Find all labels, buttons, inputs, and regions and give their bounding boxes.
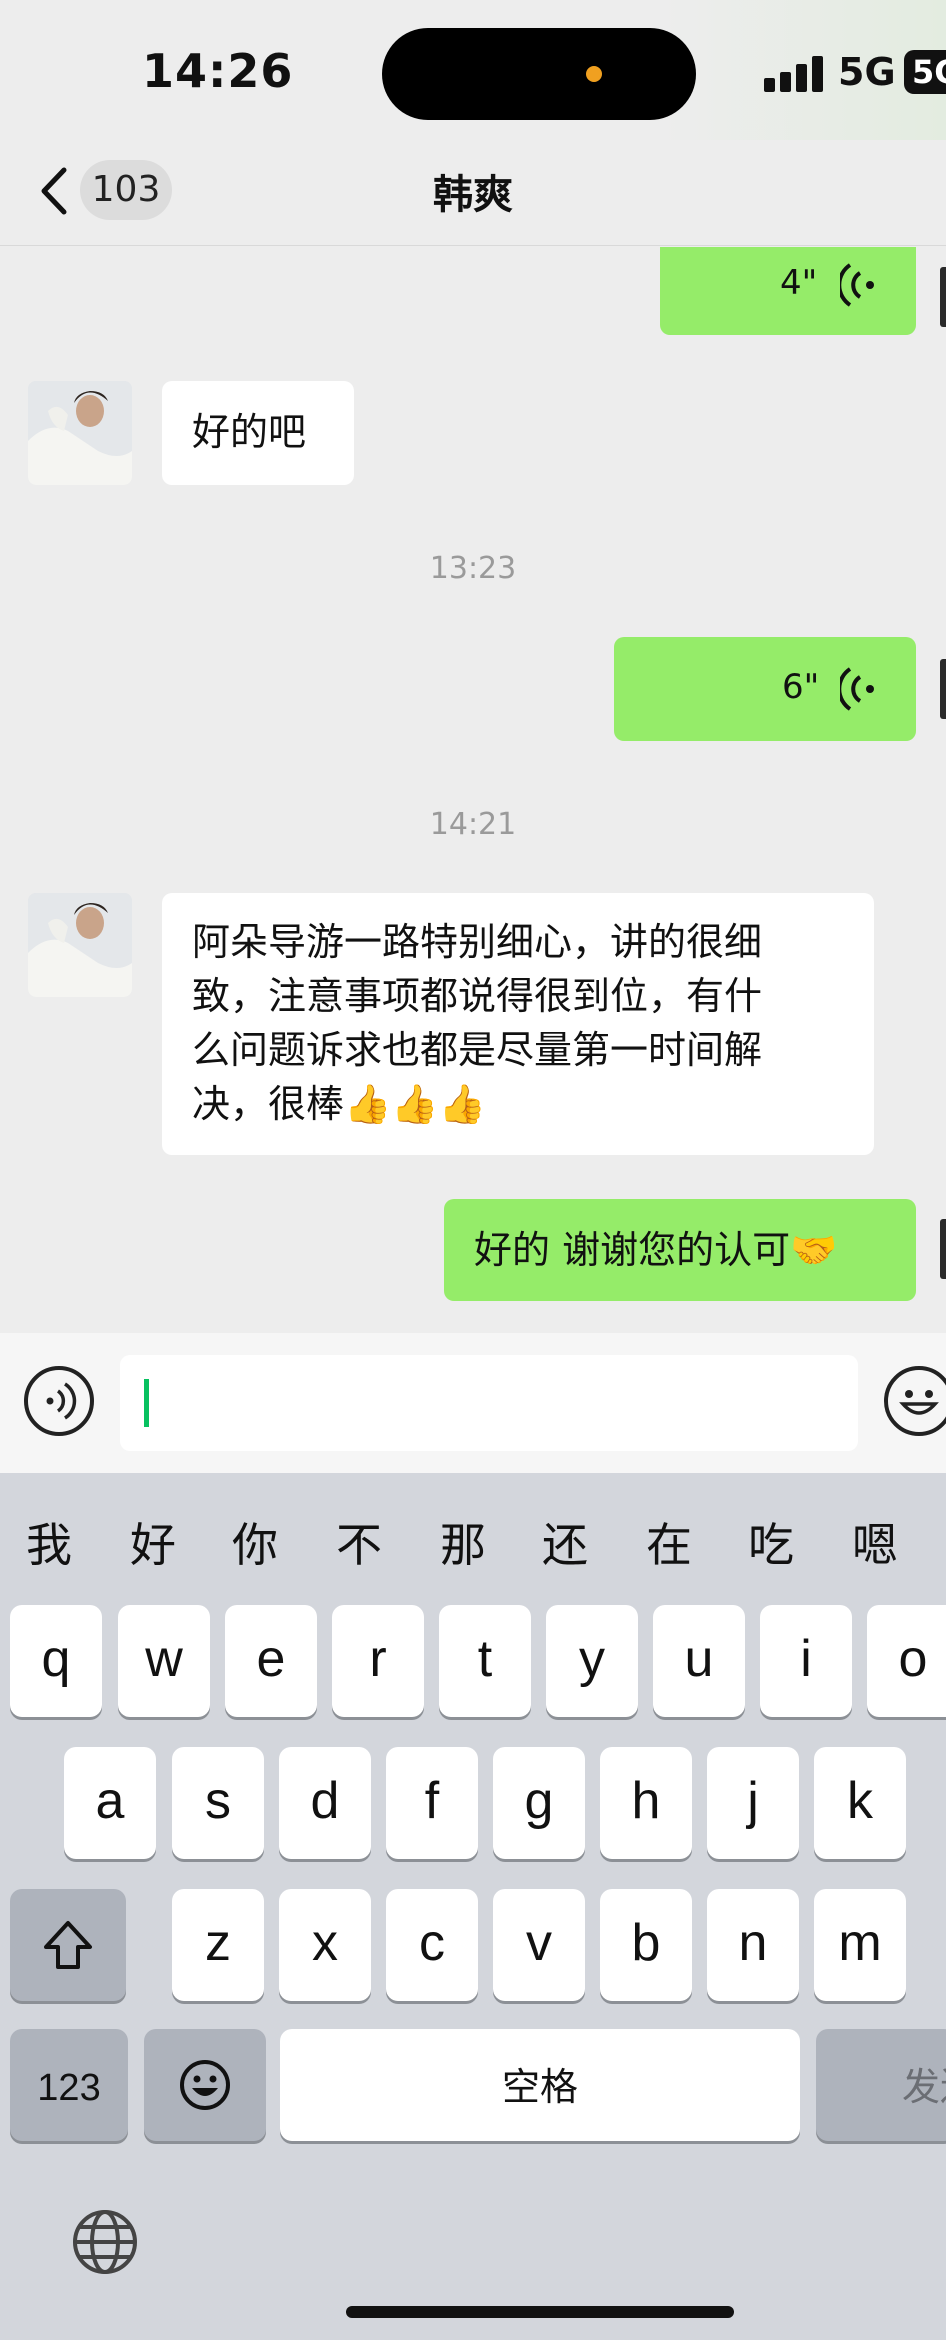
battery-icon: 5G	[904, 50, 946, 94]
contact-avatar[interactable]	[28, 381, 132, 485]
key-h[interactable]: h	[600, 1747, 692, 1859]
send-key-label: 发送	[902, 2067, 946, 2109]
key-o[interactable]: o	[867, 1605, 946, 1717]
key-z[interactable]: z	[172, 1889, 264, 2001]
key-d[interactable]: d	[279, 1747, 371, 1859]
candidate-word[interactable]: 吃	[748, 1509, 794, 1575]
key-i[interactable]: i	[760, 1605, 852, 1717]
my-avatar[interactable]	[940, 267, 946, 327]
candidate-word[interactable]: 还	[542, 1509, 588, 1575]
key-w[interactable]: w	[118, 1605, 210, 1717]
dynamic-island	[382, 28, 696, 120]
key-n[interactable]: n	[707, 1889, 799, 2001]
cellular-signal-icon	[764, 54, 824, 92]
candidate-word[interactable]: 好	[130, 1509, 176, 1575]
numbers-key[interactable]: 123	[10, 2029, 128, 2141]
candidate-word[interactable]: 在	[646, 1509, 692, 1575]
voice-wave-icon	[840, 263, 874, 307]
candidate-word[interactable]: 不	[336, 1509, 382, 1575]
key-g[interactable]: g	[493, 1747, 585, 1859]
sent-message[interactable]: 好的 谢谢您的认可🤝	[444, 1199, 916, 1301]
candidate-word[interactable]: 我	[26, 1509, 72, 1575]
key-e[interactable]: e	[225, 1605, 317, 1717]
shift-key[interactable]	[10, 1889, 126, 2001]
status-bar: 14:26 5G 5G	[0, 0, 946, 140]
my-avatar[interactable]	[940, 659, 946, 719]
ime-keyboard: 我 好 你 不 那 还 在 吃 嗯 q w e r t y u i o a s …	[0, 1473, 946, 2340]
voice-wave-icon	[840, 667, 874, 711]
voice-duration: 6"	[782, 667, 820, 707]
sent-voice-message[interactable]: 4"	[660, 247, 916, 335]
key-j[interactable]: j	[707, 1747, 799, 1859]
text-caret	[144, 1379, 149, 1427]
key-b[interactable]: b	[600, 1889, 692, 2001]
message-timestamp: 13:23	[429, 551, 517, 586]
key-a[interactable]: a	[64, 1747, 156, 1859]
status-time: 14:26	[142, 44, 294, 98]
candidate-bar: 我 好 你 不 那 还 在 吃 嗯	[0, 1473, 946, 1603]
key-x[interactable]: x	[279, 1889, 371, 2001]
my-avatar[interactable]	[940, 1219, 946, 1279]
contact-avatar[interactable]	[28, 893, 132, 997]
smiley-icon	[899, 1390, 939, 1415]
key-q[interactable]: q	[10, 1605, 102, 1717]
candidate-word[interactable]: 你	[232, 1509, 278, 1575]
voice-wave-icon	[46, 1382, 77, 1420]
message-timestamp: 14:21	[429, 807, 517, 842]
globe-icon[interactable]	[70, 2207, 140, 2277]
avatar-photo	[28, 893, 132, 997]
key-y[interactable]: y	[546, 1605, 638, 1717]
message-text: 好的 谢谢您的认可🤝	[474, 1228, 838, 1272]
space-key[interactable]: 空格	[280, 2029, 800, 2141]
received-message[interactable]: 好的吧	[162, 381, 354, 485]
emoji-key[interactable]	[144, 2029, 266, 2141]
numbers-key-label: 123	[37, 2067, 101, 2109]
voice-input-toggle[interactable]	[24, 1366, 94, 1436]
sent-voice-message[interactable]: 6"	[614, 637, 916, 741]
key-u[interactable]: u	[653, 1605, 745, 1717]
network-type: 5G	[838, 50, 896, 94]
key-v[interactable]: v	[493, 1889, 585, 2001]
key-c[interactable]: c	[386, 1889, 478, 2001]
candidate-word[interactable]: 那	[440, 1509, 486, 1575]
voice-duration: 4"	[780, 263, 818, 303]
space-key-label: 空格	[501, 2067, 578, 2109]
message-list[interactable]: 4" 好的吧 13:23 6" 14:21 阿朵导游一路特别细心，讲的很细 致，…	[0, 247, 946, 1333]
shift-arrow-icon	[44, 1921, 92, 1969]
key-m[interactable]: m	[814, 1889, 906, 2001]
smiley-icon	[180, 2060, 230, 2110]
emoji-button[interactable]	[884, 1366, 946, 1436]
message-text-line: 决，很棒👍👍👍	[192, 1082, 486, 1126]
privacy-indicator-dot	[586, 66, 602, 82]
home-indicator[interactable]	[346, 2306, 734, 2318]
key-k[interactable]: k	[814, 1747, 906, 1859]
message-text-line: 致，注意事项都说得很到位，有什	[192, 974, 763, 1018]
message-input[interactable]	[120, 1355, 858, 1451]
message-text-line: 阿朵导游一路特别细心，讲的很细	[192, 920, 763, 964]
chat-header: 103 韩爽	[0, 140, 946, 246]
avatar-photo	[28, 381, 132, 485]
message-text: 好的吧	[192, 410, 307, 454]
candidate-word[interactable]: 嗯	[852, 1509, 898, 1575]
send-key[interactable]: 发送	[816, 2029, 946, 2141]
key-r[interactable]: r	[332, 1605, 424, 1717]
message-text-line: 么问题诉求也都是尽量第一时间解	[192, 1028, 763, 1072]
chat-title: 韩爽	[433, 172, 513, 218]
key-f[interactable]: f	[386, 1747, 478, 1859]
message-input-bar	[0, 1333, 946, 1473]
key-s[interactable]: s	[172, 1747, 264, 1859]
key-t[interactable]: t	[439, 1605, 531, 1717]
received-message[interactable]: 阿朵导游一路特别细心，讲的很细 致，注意事项都说得很到位，有什 么问题诉求也都是…	[162, 893, 874, 1155]
